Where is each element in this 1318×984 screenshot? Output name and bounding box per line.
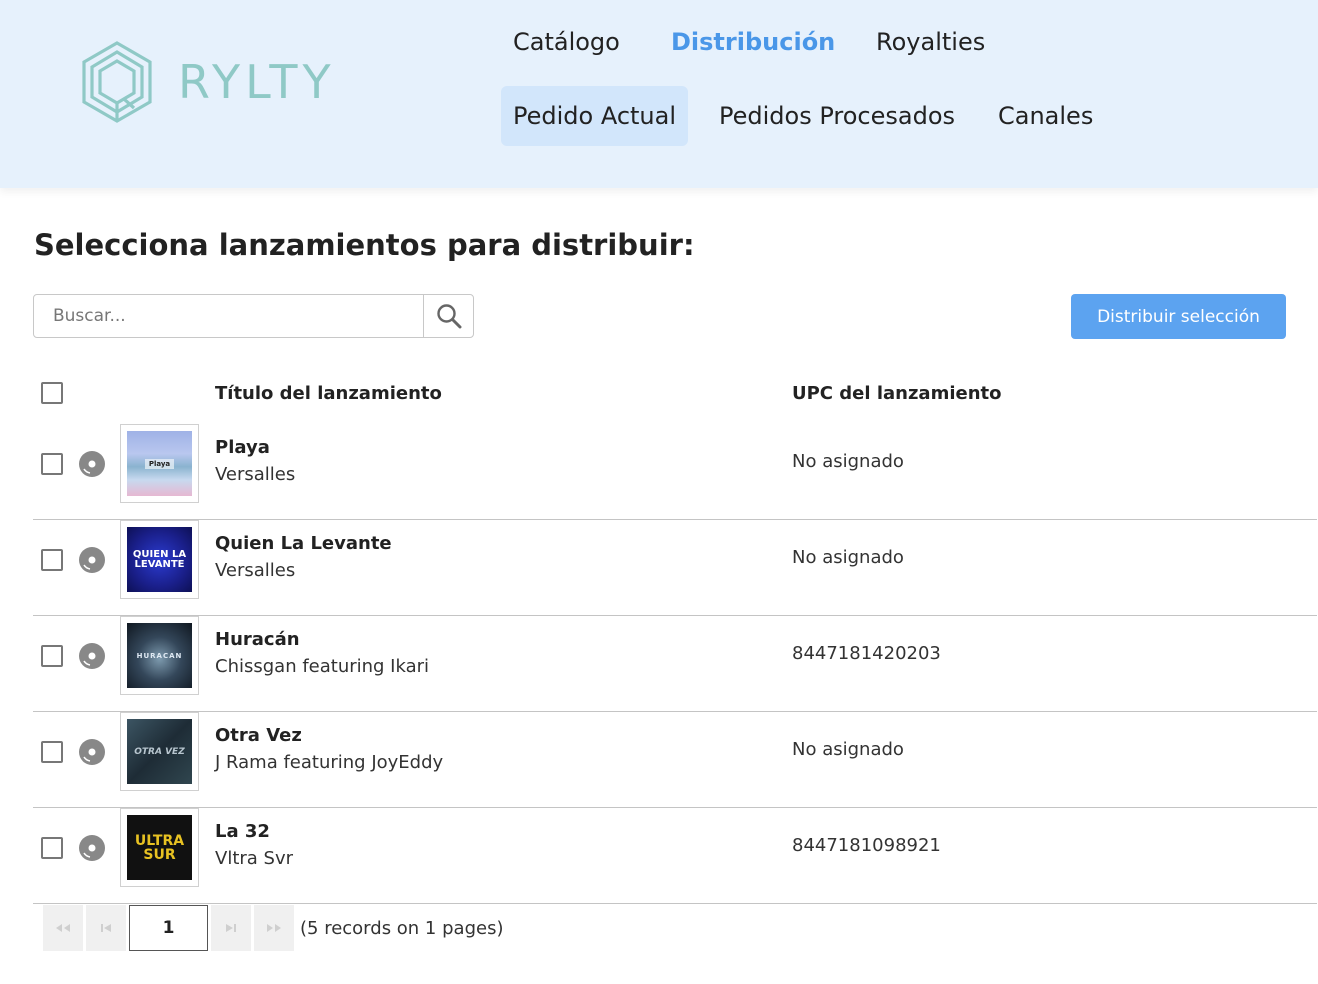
search-button[interactable] bbox=[423, 295, 473, 337]
double-chevron-right-icon bbox=[267, 924, 281, 932]
nav-tab-royalties[interactable]: Royalties bbox=[876, 28, 985, 56]
pagination: (5 records on 1 pages) bbox=[43, 905, 503, 951]
row-checkbox[interactable] bbox=[41, 741, 63, 763]
next-page-button[interactable] bbox=[211, 905, 251, 951]
release-title: La 32 bbox=[215, 821, 270, 842]
step-forward-icon bbox=[226, 924, 236, 932]
search-icon bbox=[436, 304, 461, 329]
distribute-selection-button[interactable]: Distribuir selección bbox=[1071, 294, 1286, 339]
release-title: Quien La Levante bbox=[215, 533, 392, 554]
table-row[interactable]: QUIEN LA LEVANTE Quien La Levante Versal… bbox=[33, 520, 1317, 616]
cover-label: Playa bbox=[144, 458, 175, 469]
column-header-title[interactable]: Título del lanzamiento bbox=[215, 383, 442, 404]
subnav-tab-pedido-actual[interactable]: Pedido Actual bbox=[501, 86, 689, 146]
cover-label: OTRA VEZ bbox=[134, 746, 185, 757]
pagination-info: (5 records on 1 pages) bbox=[300, 917, 504, 939]
table-row[interactable]: OTRA VEZ Otra Vez J Rama featuring JoyEd… bbox=[33, 712, 1317, 808]
page-title: Selecciona lanzamientos para distribuir: bbox=[34, 228, 695, 262]
release-cover[interactable]: ULTRA SUR bbox=[120, 808, 199, 887]
release-artist: J Rama featuring JoyEddy bbox=[215, 752, 444, 773]
cover-label: QUIEN LA LEVANTE bbox=[132, 548, 187, 570]
logo-hexagon-icon bbox=[82, 41, 152, 123]
table-row[interactable]: Playa Playa Versalles No asignado bbox=[33, 424, 1317, 520]
release-artist: Versalles bbox=[215, 560, 296, 581]
top-header: RYLTY Catálogo Distribución Royalties Pe… bbox=[0, 0, 1318, 188]
double-chevron-left-icon bbox=[56, 924, 70, 932]
prev-page-button[interactable] bbox=[86, 905, 126, 951]
release-artist: Vltra Svr bbox=[215, 848, 294, 869]
first-page-button[interactable] bbox=[43, 905, 83, 951]
row-checkbox[interactable] bbox=[41, 645, 63, 667]
table-row[interactable]: ULTRA SUR La 32 Vltra Svr 8447181098921 bbox=[33, 808, 1317, 904]
page-number-input[interactable] bbox=[129, 905, 208, 951]
cover-label: HURACAN bbox=[136, 651, 183, 660]
release-artist: Chissgan featuring Ikari bbox=[215, 656, 430, 677]
cover-label: ULTRA SUR bbox=[134, 832, 185, 863]
row-checkbox[interactable] bbox=[41, 549, 63, 571]
release-cover[interactable]: OTRA VEZ bbox=[120, 712, 199, 791]
release-cover[interactable]: QUIEN LA LEVANTE bbox=[120, 520, 199, 599]
release-title: Huracán bbox=[215, 629, 300, 650]
release-upc: No asignado bbox=[792, 739, 904, 760]
select-all-checkbox[interactable] bbox=[41, 382, 63, 404]
release-upc: No asignado bbox=[792, 451, 904, 472]
search-input[interactable] bbox=[34, 295, 423, 337]
release-artist: Versalles bbox=[215, 464, 296, 485]
vinyl-disc-icon bbox=[79, 547, 105, 573]
brand-logo[interactable]: RYLTY bbox=[80, 40, 336, 124]
row-checkbox[interactable] bbox=[41, 837, 63, 859]
column-header-upc[interactable]: UPC del lanzamiento bbox=[792, 383, 1002, 404]
vinyl-disc-icon bbox=[79, 643, 105, 669]
brand-name: RYLTY bbox=[178, 55, 336, 109]
row-checkbox[interactable] bbox=[41, 453, 63, 475]
table-row[interactable]: HURACAN Huracán Chissgan featuring Ikari… bbox=[33, 616, 1317, 712]
subnav-tab-canales[interactable]: Canales bbox=[986, 86, 1105, 146]
step-back-icon bbox=[101, 924, 111, 932]
subnav-tab-pedidos-procesados[interactable]: Pedidos Procesados bbox=[707, 86, 967, 146]
release-upc: 8447181420203 bbox=[792, 643, 941, 664]
nav-tab-catalogo[interactable]: Catálogo bbox=[513, 28, 620, 56]
release-upc: No asignado bbox=[792, 547, 904, 568]
search-box bbox=[33, 294, 474, 338]
vinyl-disc-icon bbox=[79, 451, 105, 477]
last-page-button[interactable] bbox=[254, 905, 294, 951]
vinyl-disc-icon bbox=[79, 835, 105, 861]
release-title: Otra Vez bbox=[215, 725, 302, 746]
nav-tab-distribucion[interactable]: Distribución bbox=[671, 28, 835, 56]
vinyl-disc-icon bbox=[79, 739, 105, 765]
release-cover[interactable]: HURACAN bbox=[120, 616, 199, 695]
release-title: Playa bbox=[215, 437, 270, 458]
release-cover[interactable]: Playa bbox=[120, 424, 199, 503]
release-upc: 8447181098921 bbox=[792, 835, 941, 856]
